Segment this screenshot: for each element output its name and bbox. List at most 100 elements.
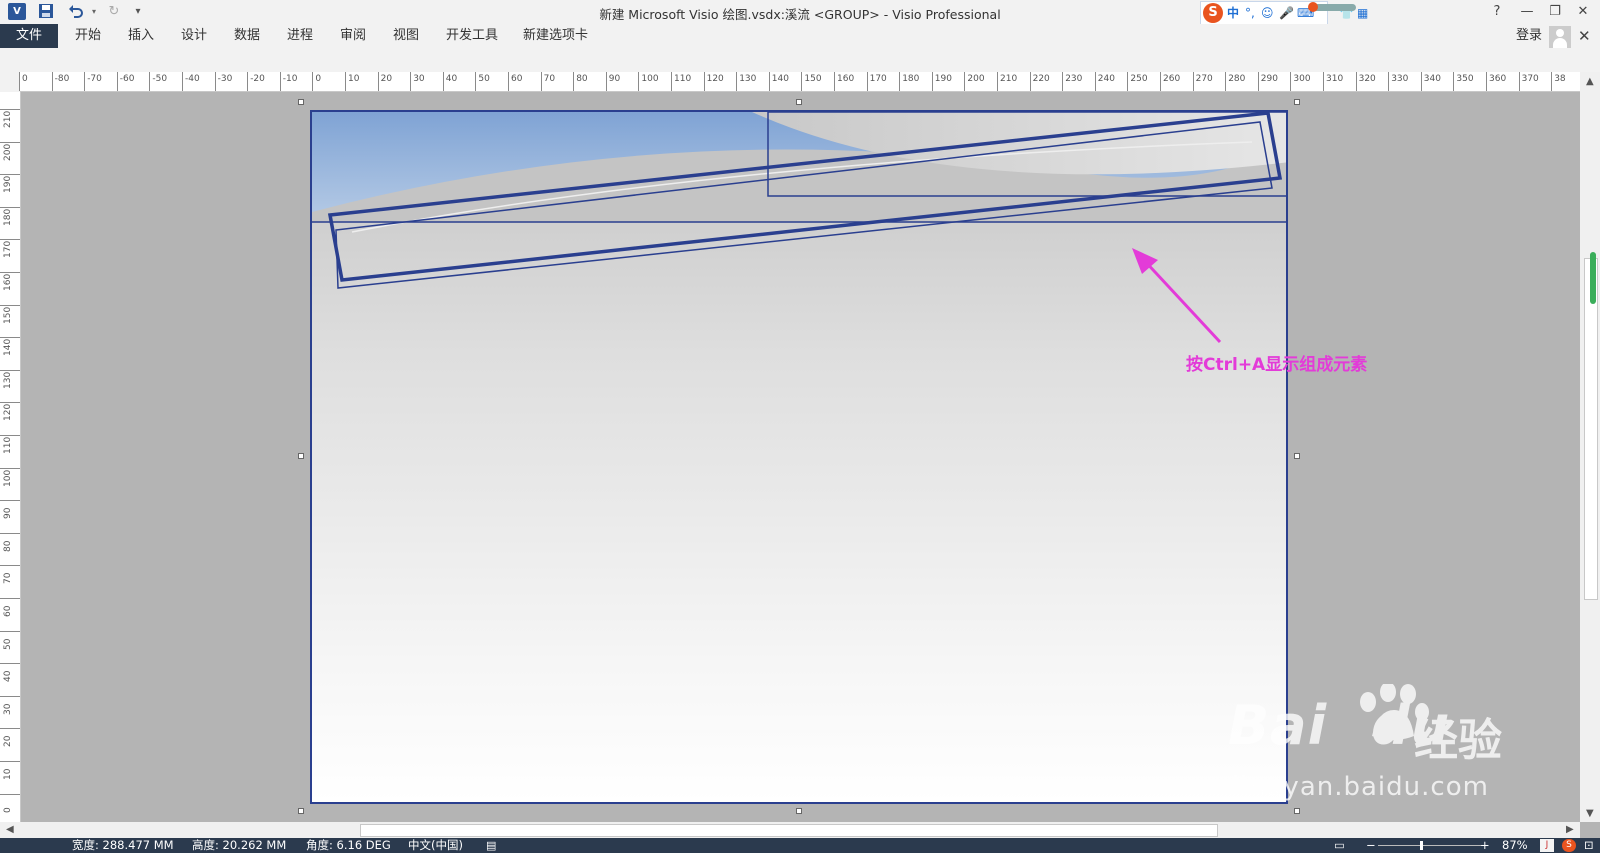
tab-home[interactable]: 开始 bbox=[75, 24, 101, 48]
user-avatar-icon[interactable] bbox=[1549, 26, 1571, 48]
ruler-label-h: 170 bbox=[869, 74, 887, 84]
ruler-label-v: 20 bbox=[3, 735, 13, 748]
ruler-label-h: 150 bbox=[804, 74, 822, 84]
ruler-label-h: 220 bbox=[1032, 74, 1050, 84]
ruler-tick-h: 300 bbox=[1290, 72, 1311, 91]
tray-app-icon[interactable]: J bbox=[1540, 839, 1554, 852]
ruler-label-h: -80 bbox=[54, 74, 70, 84]
status-width[interactable]: 宽度: 288.477 MM bbox=[72, 838, 174, 853]
annotation-arrow-icon bbox=[1132, 248, 1222, 344]
tab-developer[interactable]: 开发工具 bbox=[446, 24, 498, 48]
ime-drag-handle[interactable] bbox=[1308, 2, 1356, 12]
ruler-tick-v: 0 bbox=[0, 793, 20, 813]
scroll-up-icon[interactable]: ▲ bbox=[1586, 76, 1594, 87]
ruler-label-v: 160 bbox=[3, 273, 13, 291]
ruler-tick-h: 230 bbox=[1062, 72, 1082, 91]
selection-handle-bottom[interactable] bbox=[796, 808, 802, 814]
ruler-label-v: 0 bbox=[3, 806, 13, 813]
ime-voice-icon[interactable]: 🎤 bbox=[1279, 3, 1294, 23]
tab-design[interactable]: 设计 bbox=[181, 24, 207, 48]
ruler-tick-v: 170 bbox=[0, 239, 20, 258]
ruler-label-h: 38 bbox=[1554, 74, 1566, 84]
zoom-in-icon[interactable]: + bbox=[1480, 838, 1490, 853]
ruler-label-v: 180 bbox=[3, 208, 13, 226]
restore-button[interactable]: ❐ bbox=[1542, 2, 1568, 22]
ruler-tick-h: -80 bbox=[51, 72, 69, 91]
ruler-tick-v: 40 bbox=[0, 663, 20, 682]
ime-toolbox-icon[interactable]: ▦ bbox=[1357, 3, 1368, 23]
help-button[interactable]: ? bbox=[1484, 2, 1510, 22]
ruler-tick-h: 90 bbox=[605, 72, 620, 91]
selection-handle-top[interactable] bbox=[796, 99, 802, 105]
horizontal-scroll-thumb[interactable] bbox=[360, 824, 1218, 837]
tab-insert[interactable]: 插入 bbox=[128, 24, 154, 48]
scroll-left-icon[interactable]: ◀ bbox=[6, 824, 14, 835]
ruler-label-h: 280 bbox=[1228, 74, 1246, 84]
ruler-tick-h: 38 bbox=[1551, 72, 1566, 91]
ruler-tick-v: 10 bbox=[0, 761, 20, 780]
fit-page-icon[interactable]: ⊡ bbox=[1584, 838, 1594, 853]
ruler-label-h: 30 bbox=[413, 74, 425, 84]
selection-handle-left[interactable] bbox=[298, 453, 304, 459]
login-link[interactable]: 登录 bbox=[1516, 24, 1542, 48]
ruler-tick-h: 190 bbox=[931, 72, 952, 91]
tray-sogou-icon[interactable]: S bbox=[1562, 839, 1576, 852]
ruler-tick-h: 0 bbox=[312, 72, 321, 91]
tab-view[interactable]: 视图 bbox=[393, 24, 419, 48]
ribbon-collapse-icon[interactable]: ✕ bbox=[1578, 24, 1591, 48]
zoom-slider[interactable] bbox=[1378, 845, 1482, 846]
macro-record-icon[interactable]: ▤ bbox=[486, 838, 496, 853]
ruler-label-h: -30 bbox=[217, 74, 233, 84]
sogou-logo-icon[interactable]: S bbox=[1203, 3, 1223, 23]
horizontal-ruler[interactable]: 0 -80 -70 -60 -50 -40 -30 -20 -10 0 10 20 30 40 50 60 70… bbox=[19, 72, 1580, 92]
selection-handle-right[interactable] bbox=[1294, 453, 1300, 459]
presentation-mode-icon[interactable]: ▭ bbox=[1334, 838, 1345, 853]
status-height[interactable]: 高度: 20.262 MM bbox=[192, 838, 286, 853]
ruler-tick-h: 150 bbox=[801, 72, 822, 91]
ruler-label-h: 230 bbox=[1065, 74, 1083, 84]
ruler-label-v: 100 bbox=[3, 469, 13, 487]
drawing-page[interactable] bbox=[310, 110, 1288, 804]
selection-handle-top-right[interactable] bbox=[1294, 99, 1300, 105]
tab-data[interactable]: 数据 bbox=[234, 24, 260, 48]
ruler-label-h: 70 bbox=[543, 74, 556, 84]
vertical-scroll-thumb[interactable] bbox=[1584, 258, 1598, 600]
status-angle[interactable]: 角度: 6.16 DEG bbox=[306, 838, 391, 853]
tab-new-tab[interactable]: 新建选项卡 bbox=[523, 24, 588, 48]
close-button[interactable]: ✕ bbox=[1570, 2, 1596, 22]
ruler-label-h: 10 bbox=[348, 74, 360, 84]
tab-file[interactable]: 文件 bbox=[0, 24, 58, 48]
ruler-tick-h: 160 bbox=[834, 72, 854, 91]
status-language[interactable]: 中文(中国) bbox=[408, 838, 463, 853]
zoom-level[interactable]: 87% bbox=[1502, 838, 1528, 853]
ruler-tick-h: -50 bbox=[149, 72, 167, 91]
group-shapes[interactable] bbox=[312, 112, 1288, 804]
ruler-tick-h: 210 bbox=[997, 72, 1017, 91]
scroll-right-icon[interactable]: ▶ bbox=[1566, 824, 1574, 835]
vertical-ruler[interactable]: 210 200 190 180 170 160 150 140 130 120 110 100 90 80… bbox=[0, 92, 21, 822]
ruler-label-v: 130 bbox=[3, 371, 13, 389]
zoom-out-icon[interactable]: − bbox=[1366, 838, 1376, 853]
ruler-label-h: 160 bbox=[837, 74, 855, 84]
ruler-tick-h: 240 bbox=[1094, 72, 1115, 91]
ruler-label-v: 200 bbox=[3, 143, 13, 161]
tab-process[interactable]: 进程 bbox=[287, 24, 313, 48]
selection-handle-bottom-left[interactable] bbox=[298, 808, 304, 814]
ruler-label-v: 110 bbox=[3, 436, 13, 454]
ruler-label-h: 200 bbox=[967, 74, 985, 84]
ruler-label-h: 270 bbox=[1195, 74, 1213, 84]
ruler-label-v: 140 bbox=[3, 339, 13, 357]
ime-punctuation[interactable]: °, bbox=[1245, 3, 1255, 23]
ime-emoji-icon[interactable]: ☺ bbox=[1261, 3, 1274, 23]
selection-handle-top-left[interactable] bbox=[298, 99, 304, 105]
minimize-button[interactable]: — bbox=[1514, 2, 1540, 22]
ruler-label-v: 50 bbox=[3, 638, 13, 650]
zoom-slider-thumb[interactable] bbox=[1420, 841, 1423, 850]
tab-review[interactable]: 审阅 bbox=[340, 24, 366, 48]
scroll-down-icon[interactable]: ▼ bbox=[1586, 808, 1594, 819]
ruler-tick-h: 170 bbox=[866, 72, 887, 91]
ruler-tick-h: 310 bbox=[1323, 72, 1343, 91]
ruler-tick-h: 330 bbox=[1388, 72, 1408, 91]
ruler-tick-h: 60 bbox=[508, 72, 522, 91]
ime-mode-chinese[interactable]: 中 bbox=[1227, 3, 1239, 23]
